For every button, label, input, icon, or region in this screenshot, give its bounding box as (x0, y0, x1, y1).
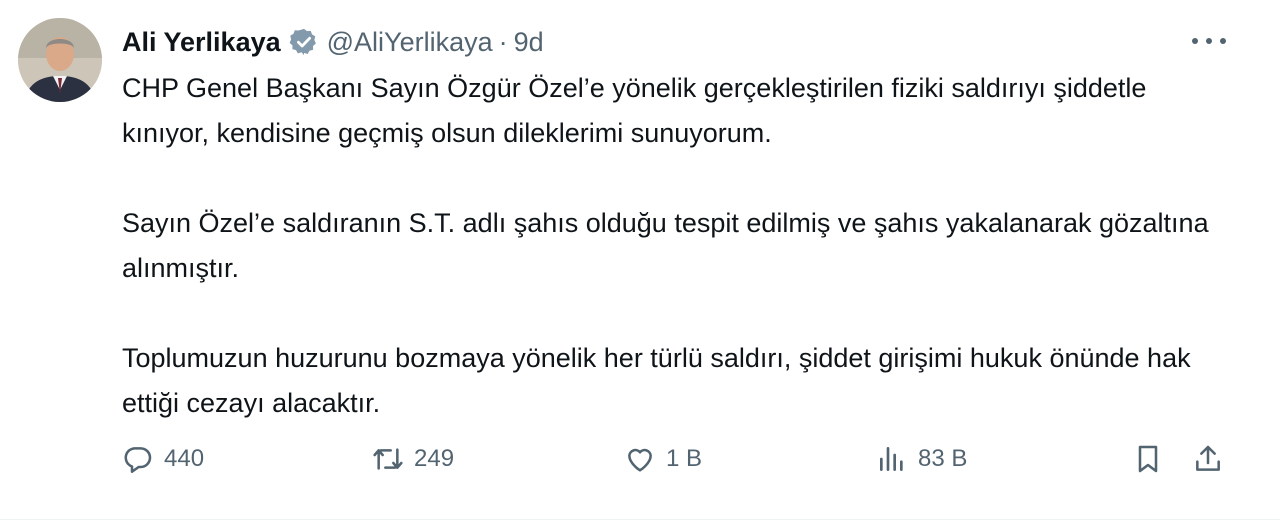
heart-icon (624, 443, 656, 475)
share-icon (1192, 443, 1224, 475)
reply-button[interactable]: 440 (122, 436, 204, 482)
share-button[interactable] (1192, 436, 1224, 482)
author-handle[interactable]: @AliYerlikaya (327, 27, 493, 58)
tweet-paragraph: Sayın Özel’e saldıranın S.T. adlı şahıs … (122, 208, 1209, 283)
retweet-icon (372, 443, 404, 475)
verified-badge-icon (289, 27, 319, 57)
tweet-header: Ali Yerlikaya @AliYerlikaya · 9d (122, 22, 544, 62)
avatar-image (18, 18, 102, 102)
tweet-paragraph: Toplumuzun huzurunu bozmaya yönelik her … (122, 343, 1191, 418)
tweet-actions: 440 249 1 B 83 B (122, 436, 1234, 482)
bookmark-button[interactable] (1132, 436, 1164, 482)
author-name[interactable]: Ali Yerlikaya (122, 27, 281, 58)
tweet-card: Ali Yerlikaya @AliYerlikaya · 9d CHP Gen… (0, 0, 1280, 520)
tweet-paragraph: CHP Genel Başkanı Sayın Özgür Özel’e yön… (122, 73, 1147, 148)
bookmark-icon (1132, 443, 1164, 475)
like-button[interactable]: 1 B (624, 436, 702, 482)
retweet-count: 249 (414, 445, 455, 472)
tweet-timestamp[interactable]: 9d (514, 27, 544, 58)
more-options-icon[interactable] (1192, 26, 1226, 56)
retweet-button[interactable]: 249 (372, 436, 454, 482)
header-separator: · (498, 26, 508, 57)
views-button[interactable]: 83 B (876, 436, 967, 482)
reply-icon (122, 443, 154, 475)
tweet-text: CHP Genel Başkanı Sayın Özgür Özel’e yön… (122, 66, 1222, 426)
like-count: 1 B (666, 445, 703, 472)
views-count: 83 B (918, 445, 968, 472)
reply-count: 440 (164, 445, 205, 472)
avatar[interactable] (18, 18, 102, 102)
views-icon (876, 443, 908, 475)
